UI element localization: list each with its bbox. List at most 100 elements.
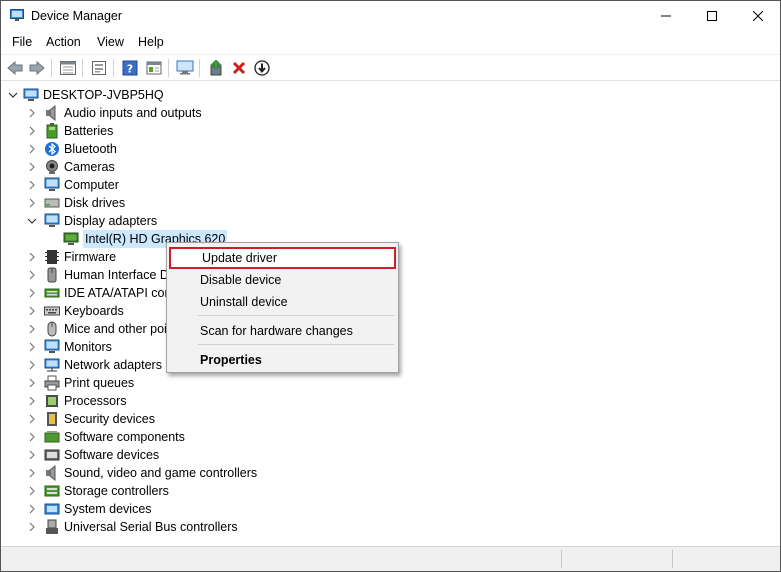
chevron-right-icon[interactable] [26,356,38,374]
usb-icon [44,519,60,535]
menu-file[interactable]: File [12,35,32,49]
chevron-right-icon[interactable] [26,104,38,122]
chevron-right-icon[interactable] [26,482,38,500]
disable-icon [254,60,270,76]
chevron-right-icon[interactable] [26,176,38,194]
tree-category-row[interactable]: IDE ATA/ATAPI con [26,284,171,302]
close-button[interactable] [735,1,780,31]
tree-category-row[interactable]: Disk drives [26,194,125,212]
chevron-down-icon[interactable] [7,86,19,104]
tree-root-label: DESKTOP-JVBP5HQ [43,88,164,102]
storage-icon [44,483,60,499]
tree-category-row[interactable]: Human Interface D [26,266,169,284]
tree-category-row[interactable]: Keyboards [26,302,124,320]
tree-category-row[interactable]: System devices [26,500,152,518]
scan-hardware-icon [176,60,194,75]
monitor-icon [44,339,60,355]
update-driver-button[interactable] [206,58,226,78]
tree-category-row[interactable]: Mice and other poi [26,320,167,338]
tree-category-row[interactable]: Computer [26,176,119,194]
close-icon [753,11,763,21]
ide-icon [44,285,60,301]
scan-hardware-button[interactable] [175,58,195,78]
help-button[interactable]: ? [120,58,140,78]
context-properties[interactable]: Properties [169,349,396,371]
menu-help[interactable]: Help [138,35,164,49]
tree-category-row[interactable]: Network adapters [26,356,162,374]
tree-root-row[interactable]: DESKTOP-JVBP5HQ [7,86,164,104]
tree-category-label: Firmware [64,250,117,264]
tree-category-row[interactable]: Monitors [26,338,112,356]
context-separator [198,315,394,316]
computer-icon [44,177,60,193]
uninstall-button[interactable] [229,58,249,78]
chevron-right-icon[interactable] [26,302,38,320]
chevron-right-icon[interactable] [26,500,38,518]
chevron-right-icon[interactable] [26,194,38,212]
minimize-button[interactable] [643,1,689,31]
tree-category-row[interactable]: Cameras [26,158,115,176]
chevron-right-icon[interactable] [26,284,38,302]
chevron-right-icon[interactable] [26,158,38,176]
forward-button[interactable] [27,58,47,78]
properties-view-icon [60,61,76,75]
toolbar-separator [113,59,114,77]
chevron-right-icon[interactable] [26,446,38,464]
tree-category-row[interactable]: Security devices [26,410,155,428]
chevron-right-icon[interactable] [26,410,38,428]
back-button[interactable] [5,58,25,78]
disable-button[interactable] [252,58,272,78]
chevron-down-icon[interactable] [26,212,38,230]
battery-icon [44,123,60,139]
chevron-right-icon[interactable] [26,518,38,536]
chevron-right-icon[interactable] [26,122,38,140]
show-hidden-button[interactable] [89,58,109,78]
chevron-right-icon[interactable] [26,374,38,392]
tree-category-row[interactable]: Storage controllers [26,482,169,500]
context-disable-device[interactable]: Disable device [169,269,396,291]
tree-category-row[interactable]: Software components [26,428,185,446]
tree-category-row[interactable]: Batteries [26,122,113,140]
properties-view-button[interactable] [58,58,78,78]
chevron-right-icon[interactable] [26,320,38,338]
chevron-right-icon[interactable] [26,248,38,266]
devices-by-type-button[interactable] [144,58,164,78]
title-bar[interactable]: Device Manager [1,1,780,31]
monitor-icon [44,213,60,229]
tree-category-label: Print queues [64,376,135,390]
tree-category-label: Computer [64,178,119,192]
tree-category-row[interactable]: Bluetooth [26,140,117,158]
tree-category-row[interactable]: Sound, video and game controllers [26,464,257,482]
context-uninstall-device[interactable]: Uninstall device [169,291,396,313]
tree-category-row[interactable]: Firmware [26,248,116,266]
context-update-driver[interactable]: Update driver [169,247,396,269]
hid-icon [44,267,60,283]
tree-category-label: Display adapters [64,214,158,228]
status-bar [1,546,780,571]
tree-category-label: Processors [64,394,127,408]
tree-category-row[interactable]: Processors [26,392,127,410]
chevron-right-icon[interactable] [26,266,38,284]
network-icon [44,357,60,373]
context-scan-hardware[interactable]: Scan for hardware changes [169,320,396,342]
chevron-right-icon[interactable] [26,428,38,446]
status-divider [672,550,673,568]
tree-category-row[interactable]: Display adapters [26,212,157,230]
tree-category-label: Monitors [64,340,112,354]
chevron-right-icon[interactable] [26,140,38,158]
menu-view[interactable]: View [97,35,124,49]
tree-category-row[interactable]: Audio inputs and outputs [26,104,202,122]
tree-category-label: Batteries [64,124,114,138]
forward-icon [29,61,45,75]
menu-action[interactable]: Action [46,35,81,49]
chevron-right-icon[interactable] [26,392,38,410]
processor-icon [44,393,60,409]
maximize-button[interactable] [689,1,735,31]
tree-category-row[interactable]: Software devices [26,446,159,464]
chevron-right-icon[interactable] [26,464,38,482]
tree-category-label: Sound, video and game controllers [64,466,258,480]
uninstall-icon [232,61,246,75]
tree-category-row[interactable]: Universal Serial Bus controllers [26,518,238,536]
tree-category-row[interactable]: Print queues [26,374,134,392]
chevron-right-icon[interactable] [26,338,38,356]
